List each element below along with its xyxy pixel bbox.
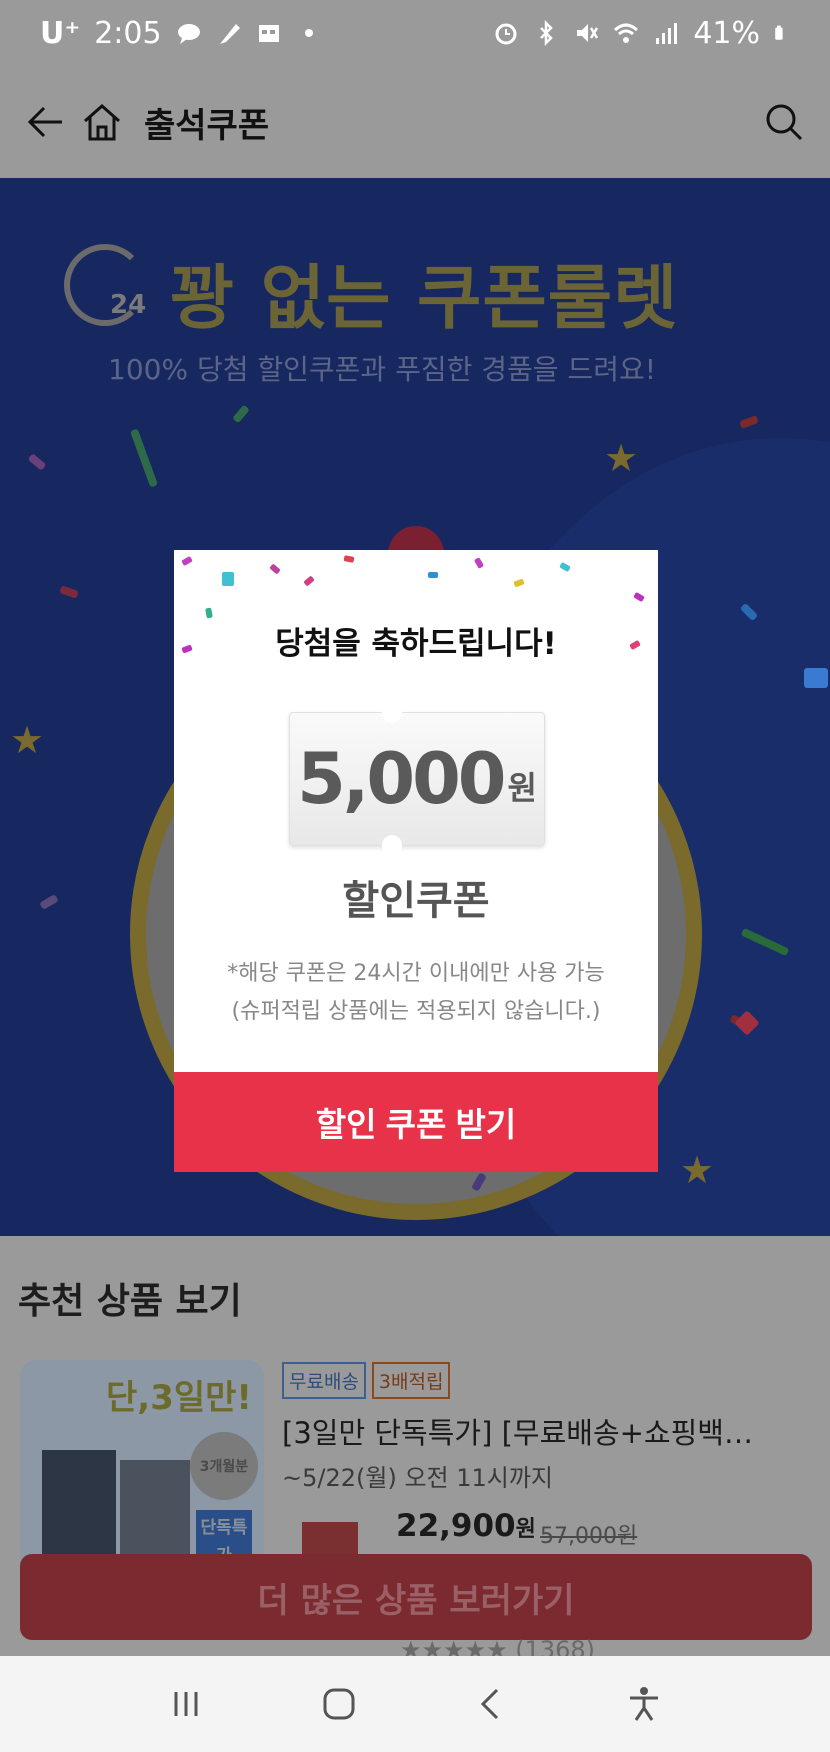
recent-apps-icon	[174, 1692, 198, 1716]
back-nav-button[interactable]	[461, 1674, 521, 1734]
page-title: 출석쿠폰	[144, 105, 270, 146]
confetti	[428, 572, 438, 578]
coupon-amount: 5,000	[297, 738, 506, 820]
home-nav-button[interactable]	[309, 1674, 369, 1734]
banner-subtitle: 100% 당첨 할인쿠폰과 푸짐한 경품을 드려요!	[108, 353, 656, 386]
search-button[interactable]	[756, 94, 812, 150]
star-icon: ★	[680, 1148, 715, 1192]
arrow-left-icon	[27, 106, 62, 138]
confetti	[559, 561, 571, 573]
win-modal: 당첨을 축하드립니다! 5,000 원 할인쿠폰 *해당 쿠폰은 24시간 이내…	[174, 550, 658, 1172]
coupon-note: *해당 쿠폰은 24시간 이내에만 사용 가능 (슈퍼적립 상품에는 적용되지 …	[174, 955, 658, 1031]
product-deadline: ~5/22(월) 오전 11시까지	[282, 1464, 554, 1492]
original-price: 57,000원	[540, 1524, 638, 1549]
confetti	[205, 607, 213, 619]
confetti	[39, 894, 59, 910]
clock-time: 2:05	[94, 15, 162, 51]
system-nav-bar	[0, 1656, 830, 1752]
signal-icon	[656, 23, 678, 44]
clock-24-number: 24	[110, 290, 147, 320]
confetti	[513, 578, 525, 588]
accessibility-button[interactable]	[614, 1674, 674, 1734]
confetti	[633, 591, 645, 603]
thumb-badge: 3개월분	[190, 1432, 258, 1500]
carrier-label: U⁺	[40, 15, 81, 51]
recent-apps-button[interactable]	[156, 1674, 216, 1734]
star-icon: ★	[10, 718, 45, 762]
confetti	[343, 555, 355, 563]
price-value: 22,900	[396, 1508, 516, 1544]
home-circle-icon	[323, 1688, 355, 1720]
mute-icon	[577, 24, 599, 42]
star-icon: ★	[604, 436, 639, 480]
coupon-unit: 원	[507, 769, 537, 807]
product-name[interactable]: [3일만 단독특가] [무료배송+쇼핑백…	[282, 1410, 822, 1452]
coupon-note-line1: *해당 쿠폰은 24시간 이내에만 사용 가능	[227, 961, 605, 986]
confetti	[269, 563, 281, 575]
free-shipping-tag: 무료배송	[282, 1362, 366, 1399]
app-header: 출석쿠폰	[0, 66, 830, 178]
confetti	[129, 428, 159, 488]
coupon-label: 할인쿠폰	[342, 878, 490, 924]
confetti	[59, 585, 79, 599]
confetti	[303, 575, 315, 587]
confetti	[222, 572, 234, 586]
banner-title: 꽝 없는 쿠폰룰렛	[170, 257, 679, 339]
product-price: 22,900원	[396, 1508, 536, 1544]
alarm-icon	[495, 23, 517, 45]
congrats-heading: 당첨을 축하드립니다!	[275, 626, 557, 662]
chat-bubble-icon	[177, 24, 200, 44]
confetti	[27, 453, 47, 471]
home-button[interactable]	[74, 94, 130, 150]
calendar-grid-icon	[258, 25, 279, 42]
triple-points-tag: 3배적립	[371, 1362, 451, 1399]
recommend-title: 추천 상품 보기	[18, 1281, 242, 1322]
price-unit: 원	[515, 1517, 536, 1542]
product-tags: 무료배송 3배적립	[282, 1362, 451, 1399]
confetti	[473, 557, 485, 569]
bluetooth-icon	[540, 20, 554, 46]
coupon-note-line2: (슈퍼적립 상품에는 적용되지 않습니다.)	[231, 999, 601, 1024]
status-bar: U⁺ 2:05 41%	[0, 0, 830, 66]
confetti	[739, 415, 759, 429]
back-button[interactable]	[18, 94, 74, 150]
wifi-icon	[614, 23, 639, 43]
home-icon	[84, 103, 120, 141]
feather-icon	[219, 24, 240, 44]
battery-icon	[775, 25, 783, 40]
battery-percent: 41%	[693, 15, 760, 51]
accessibility-icon	[629, 1687, 658, 1721]
get-coupon-button[interactable]: 할인 쿠폰 받기	[174, 1072, 658, 1172]
confetti	[232, 404, 250, 424]
coupon-ticket: 5,000 원	[289, 703, 545, 855]
search-icon	[766, 104, 803, 141]
thumb-promo-text: 단,3일만!	[106, 1378, 252, 1418]
more-products-button[interactable]: 더 많은 상품 보러가기	[20, 1554, 812, 1640]
confetti	[181, 555, 193, 567]
back-chevron-icon	[481, 1688, 499, 1720]
notification-dot-icon	[304, 29, 313, 37]
confetti	[804, 668, 828, 688]
